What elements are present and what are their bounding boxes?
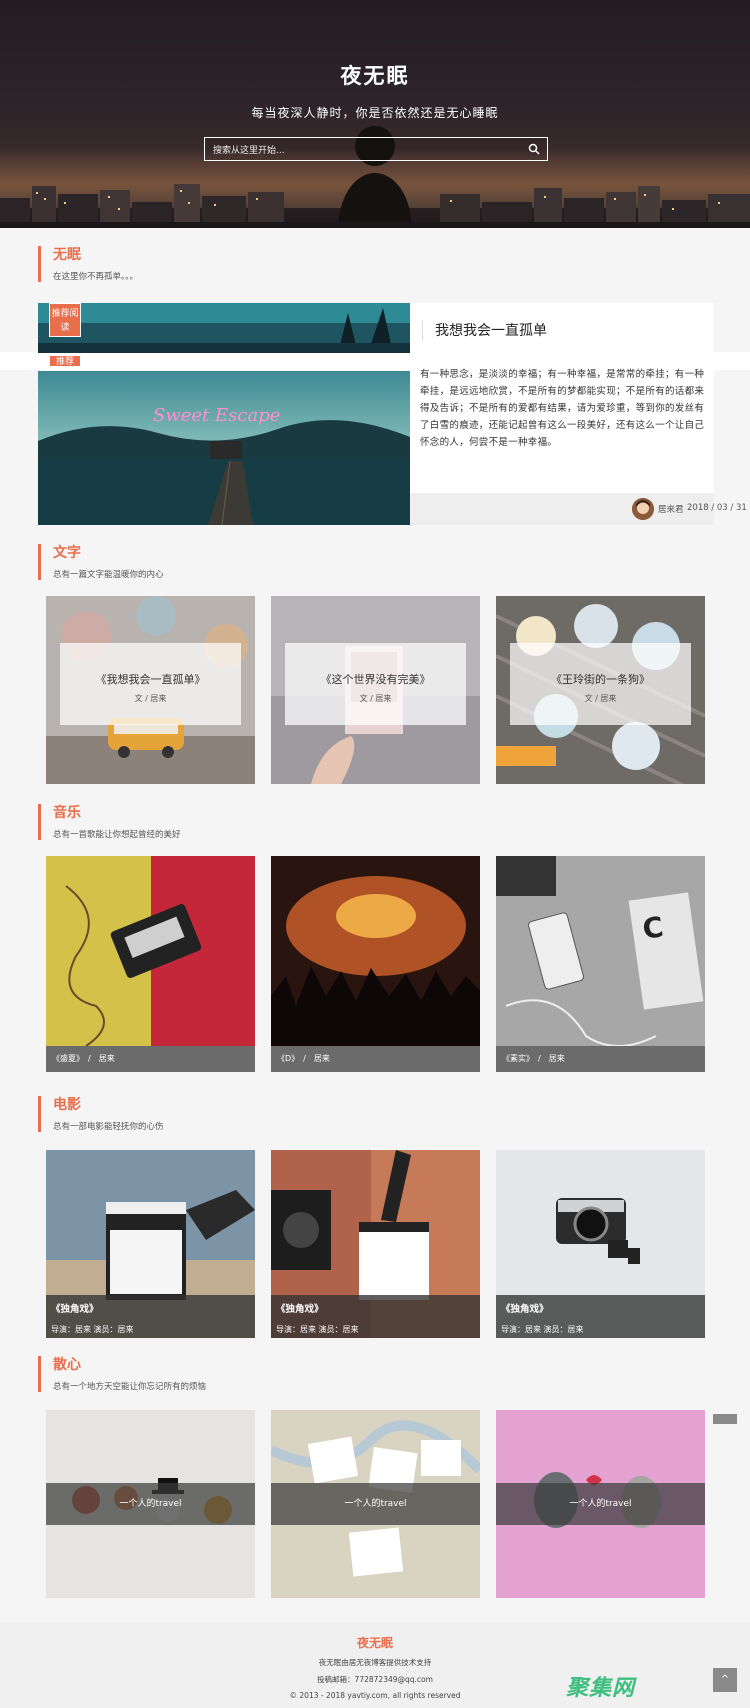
music-caption: 《盛夏》 / 居来: [46, 1046, 255, 1072]
featured-excerpt: 有一种思念，是淡淡的幸福；有一种幸福，是常常的牵挂；有一种牵挂，是远远地欣赏，不…: [420, 369, 705, 448]
movie-caption: 《独角戏》 导演：居来 演员：居来: [496, 1295, 705, 1338]
movie-credits: 导演：居来 演员：居来: [51, 1325, 134, 1334]
search-icon[interactable]: [528, 143, 540, 155]
footer-email: 投稿邮箱：772872349@qq.com: [317, 1675, 433, 1684]
movie-title: 《独角戏》: [51, 1304, 99, 1315]
writing-title: 《我想我会一直孤单》: [95, 673, 206, 686]
footer: 夜无眠 夜无眠由居无夜博客提供技术支持 投稿邮箱：772872349@qq.co…: [0, 1622, 750, 1708]
section-title: 无眠: [53, 247, 81, 263]
music-caption: 《D》 / 居来: [271, 1046, 480, 1072]
movie-caption: 《独角戏》 导演：居来 演员：居来: [46, 1295, 255, 1338]
section-desc: 在这里你不再孤单。。。: [53, 272, 139, 282]
travel-caption: 一个人的travel: [46, 1483, 255, 1525]
movie-card[interactable]: 《独角戏》 导演：居来 演员：居来: [271, 1150, 480, 1338]
writing-author: 文 / 居来: [359, 694, 392, 703]
music-card-image: [271, 856, 480, 1072]
featured-meta: 居来君 2018 / 03 / 31: [410, 493, 747, 525]
footer-copyright: © 2013 - 2018 yavtiy.com, all rights res…: [289, 1691, 461, 1700]
music-card-image: [46, 856, 255, 1072]
section-desc: 总有一部电影能轻抚你的心伤: [53, 1122, 164, 1132]
section-heading-wumian: 无眠 在这里你不再孤单。。。: [38, 246, 138, 282]
section-heading-wenzi: 文字 总有一篇文字能温暖你的内心: [38, 544, 164, 580]
hero-banner: 夜无眠 每当夜深人静时，你是否依然还是无心睡眠: [0, 0, 750, 228]
section-desc: 总有一个地方天空能让你忘记所有的烦恼: [53, 1382, 207, 1392]
section-heading-dianying: 电影 总有一部电影能轻抚你的心伤: [38, 1096, 164, 1132]
section-title: 文字: [53, 545, 81, 561]
writing-title: 《王玲街的一条狗》: [551, 673, 650, 686]
city-skyline-image: [0, 184, 750, 228]
travel-card[interactable]: 一个人的travel: [46, 1410, 255, 1598]
featured-image: Sweet Escape: [38, 371, 410, 525]
writing-author: 文 / 居来: [134, 694, 167, 703]
section-title: 散心: [53, 1357, 81, 1373]
travel-card[interactable]: 一个人的travel: [496, 1410, 705, 1598]
writing-card[interactable]: 《我想我会一直孤单》 文 / 居来: [46, 596, 255, 784]
recommend-tag: 推荐阅读: [49, 303, 81, 337]
site-title: 夜无眠: [340, 64, 410, 88]
featured-image-strip: [38, 303, 410, 353]
featured-body: 我想我会一直孤单 有一种思念，是淡淡的幸福；有一种幸福，是常常的牵挂；有一种牵挂…: [410, 303, 747, 525]
writing-card-caption: 《这个世界没有完美》 文 / 居来: [285, 643, 466, 725]
movie-caption: 《独角戏》 导演：居来 演员：居来: [271, 1295, 480, 1338]
publish-date: 2018 / 03 / 31: [687, 503, 747, 513]
music-card[interactable]: 《盛夏》 / 居来: [46, 856, 255, 1072]
neon-sign-text: Sweet Escape: [153, 405, 280, 426]
writing-card-caption: 《我想我会一直孤单》 文 / 居来: [60, 643, 241, 725]
travel-caption: 一个人的travel: [271, 1483, 480, 1525]
travel-caption: 一个人的travel: [496, 1483, 705, 1525]
music-card[interactable]: C 《素实》 / 居来: [496, 856, 705, 1072]
movie-credits: 导演：居来 演员：居来: [276, 1325, 359, 1334]
writing-card[interactable]: 《王玲街的一条狗》 文 / 居来: [496, 596, 705, 784]
avatar: [632, 498, 654, 520]
side-tab[interactable]: [713, 1414, 737, 1424]
site-subtitle: 每当夜深人静时，你是否依然还是无心睡眠: [251, 106, 499, 120]
movie-credits: 导演：居来 演员：居来: [501, 1325, 584, 1334]
back-to-top-button[interactable]: ^: [713, 1668, 737, 1692]
footer-credit: 夜无眠由居无夜博客提供技术支持: [318, 1658, 432, 1667]
section-title: 音乐: [53, 805, 81, 821]
writing-author: 文 / 居来: [584, 694, 617, 703]
movie-card[interactable]: 《独角戏》 导演：居来 演员：居来: [46, 1150, 255, 1338]
movie-title: 《独角戏》: [501, 1304, 549, 1315]
writing-card-caption: 《王玲街的一条狗》 文 / 居来: [510, 643, 691, 725]
section-title: 电影: [53, 1097, 81, 1113]
travel-card[interactable]: 一个人的travel: [271, 1410, 480, 1598]
featured-title[interactable]: 我想我会一直孤单: [422, 321, 547, 341]
author-name: 居来君: [658, 505, 684, 515]
movie-card[interactable]: 《独角戏》 导演：居来 演员：居来: [496, 1150, 705, 1338]
music-card-image: C: [496, 856, 705, 1072]
section-desc: 总有一首歌能让你想起曾经的美好: [53, 830, 181, 840]
section-heading-sanxin: 散心 总有一个地方天空能让你忘记所有的烦恼: [38, 1356, 206, 1392]
search-input[interactable]: [205, 140, 515, 162]
music-caption: 《素实》 / 居来: [496, 1046, 705, 1072]
music-card[interactable]: 《D》 / 居来: [271, 856, 480, 1072]
footer-title: 夜无眠: [356, 1636, 393, 1650]
watermark-logo: 聚集网: [566, 1676, 636, 1701]
section-heading-yinyue: 音乐 总有一首歌能让你想起曾经的美好: [38, 804, 181, 840]
writing-title: 《这个世界没有完美》: [320, 673, 431, 686]
section-desc: 总有一篇文字能温暖你的内心: [53, 570, 164, 580]
featured-article[interactable]: 推荐阅读 Sweet Escape 推荐 我想我会一直孤单 有一种思念，是淡淡的…: [38, 303, 747, 525]
movie-title: 《独角戏》: [276, 1304, 324, 1315]
search-box: [204, 137, 548, 162]
writing-card[interactable]: 《这个世界没有完美》 文 / 居来: [271, 596, 480, 784]
recommend-tag-small: 推荐: [49, 355, 81, 367]
